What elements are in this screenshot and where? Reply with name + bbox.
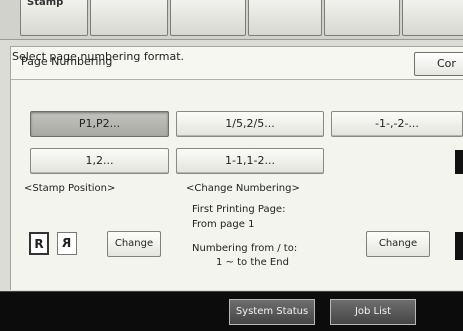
top-tab-strip: Stamp (0, 0, 463, 40)
numbering-from-to-label: Numbering from / to: (192, 243, 298, 254)
numbering-from-to-value: 1 ~ to the End (216, 257, 289, 268)
system-status-button[interactable]: System Status (229, 299, 315, 325)
tab-stamp-label: Stamp (27, 0, 64, 8)
stamp-position-alt-icon[interactable]: R (57, 232, 77, 255)
tab-3[interactable] (170, 0, 246, 36)
bottom-status-bar: System Status Job List (0, 291, 463, 331)
change-numbering-change-button[interactable]: Change (366, 231, 430, 257)
format-p1-p2-button[interactable]: P1,P2... (30, 111, 169, 137)
stamp-position-top-left-icon[interactable]: R (29, 232, 49, 255)
stamp-icon-letter: R (34, 237, 44, 251)
stamp-position-label: <Stamp Position> (24, 183, 116, 194)
first-printing-page-label: First Printing Page: (192, 204, 286, 215)
job-list-button[interactable]: Job List (330, 299, 416, 325)
side-edge-mark-1 (455, 150, 463, 174)
format-instruction: Select page numbering format. (12, 50, 185, 63)
tab-2[interactable] (90, 0, 168, 36)
change-numbering-label: <Change Numbering> (186, 183, 300, 194)
tab-5[interactable] (324, 0, 400, 36)
copier-screen: Stamp Page Numbering Cor Select page num… (0, 0, 463, 331)
stamp-icon-letter-alt: R (62, 236, 72, 250)
format-dash-button[interactable]: -1-,-2-... (331, 111, 463, 137)
side-edge-mark-2 (455, 232, 463, 260)
tab-6[interactable] (402, 0, 463, 36)
stamp-position-change-button[interactable]: Change (107, 231, 161, 257)
tab-4[interactable] (248, 0, 322, 36)
format-1-1-button[interactable]: 1-1,1-2... (176, 148, 324, 174)
format-1of5-button[interactable]: 1/5,2/5... (176, 111, 324, 137)
confirm-button[interactable]: Cor (414, 52, 463, 76)
format-1-2-button[interactable]: 1,2... (30, 148, 169, 174)
tab-stamp[interactable]: Stamp (20, 0, 88, 36)
from-page-value: From page 1 (192, 219, 255, 230)
